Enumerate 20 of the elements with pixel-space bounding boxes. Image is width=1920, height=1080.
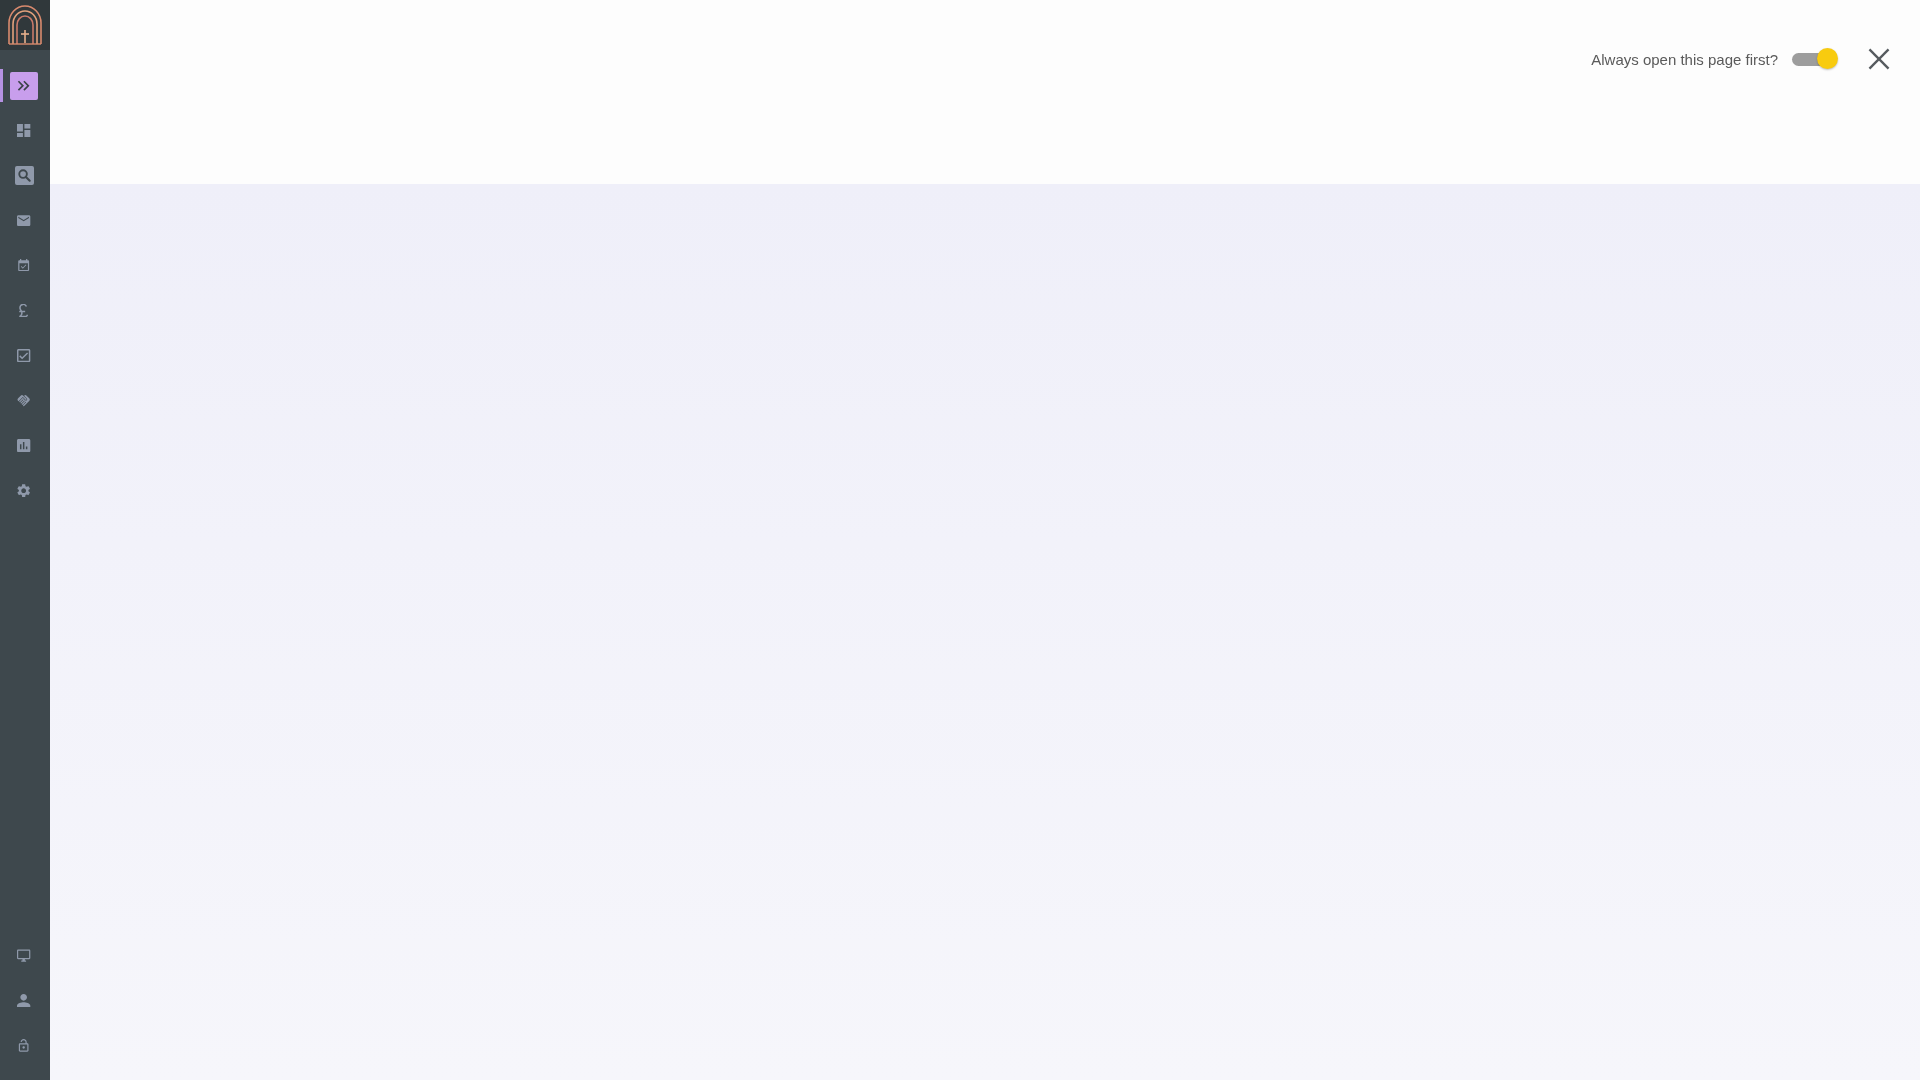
arch-cross-logo bbox=[7, 5, 43, 45]
pound-icon bbox=[17, 303, 31, 318]
monitor-icon bbox=[17, 948, 31, 963]
dashboard-icon bbox=[17, 123, 31, 138]
selection-indicator bbox=[0, 69, 3, 102]
open-padlock-icon bbox=[17, 1038, 31, 1053]
search-icon bbox=[14, 166, 34, 185]
double-chevron-icon bbox=[17, 78, 31, 93]
calendar-check-icon bbox=[17, 258, 31, 273]
mail-icon bbox=[17, 213, 31, 228]
sidebar-item[interactable] bbox=[10, 71, 38, 100]
close-icon bbox=[1868, 48, 1890, 70]
toggle-label: Always open this page first? bbox=[1591, 50, 1778, 68]
checkbox-icon bbox=[17, 348, 31, 363]
handshake-icon bbox=[17, 393, 31, 408]
settings-icon bbox=[17, 483, 31, 498]
bar-chart-icon bbox=[17, 438, 31, 453]
close-button[interactable] bbox=[1868, 48, 1890, 70]
person-icon bbox=[17, 993, 31, 1008]
toggle-switch[interactable] bbox=[1792, 48, 1838, 70]
